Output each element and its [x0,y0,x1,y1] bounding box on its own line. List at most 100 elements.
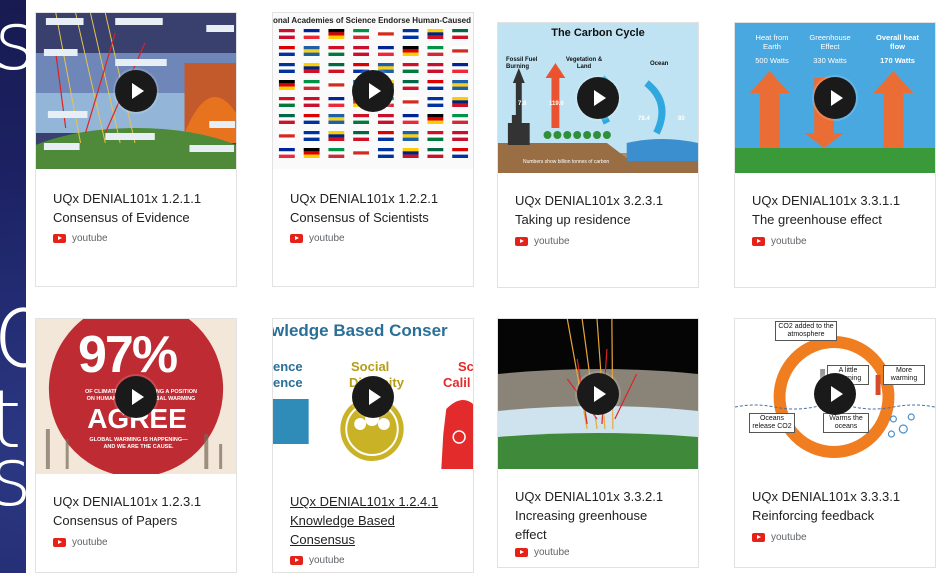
video-thumbnail[interactable]: onal Academies of Science Endorse Human-… [273,13,473,169]
youtube-icon [290,556,303,565]
thumbnail-note: Numbers show billion tonnes of carbon [523,159,610,165]
thumbnail-label: Vegetation & Land [565,57,603,70]
thumbnail-value: 119.6 [549,101,564,107]
video-thumbnail[interactable]: Heat from Earth 500 Watts Greenhouse Eff… [735,23,935,173]
thumbnail-value: 7.8 [518,101,527,107]
thumbnail-label: ence [273,375,303,390]
thumbnail-value: 500 Watts [755,56,789,65]
video-thumbnail[interactable]: wledge Based Conser ence ence Social Div… [273,319,473,474]
video-code[interactable]: UQx DENIAL101x 1.2.4.1 [290,494,438,509]
video-source: youtube [290,233,345,244]
thumbnail-label: Greenhouse Effect [809,33,851,51]
source-label: youtube [72,537,108,548]
thumbnail-big-number: 97% [78,326,178,384]
video-name[interactable]: Knowledge Based Consensus [290,511,410,549]
play-icon[interactable] [814,373,856,415]
video-name[interactable]: Increasing greenhouse effect [515,506,675,544]
youtube-icon [290,234,303,243]
video-title[interactable]: UQx DENIAL101x 3.2.3.1 Taking up residen… [515,191,686,229]
video-code[interactable]: UQx DENIAL101x 3.3.2.1 [515,489,663,504]
video-thumbnail[interactable]: CO2 added to the atmosphere A little war… [735,319,935,469]
youtube-icon [752,237,765,246]
video-source: youtube [53,537,108,548]
thumbnail-label: Ocean [650,61,669,67]
video-code[interactable]: UQx DENIAL101x 3.3.3.1 [752,489,900,504]
play-icon[interactable] [115,375,157,418]
source-label: youtube [309,233,345,244]
play-icon[interactable] [577,373,619,415]
video-title[interactable]: UQx DENIAL101x 1.2.1.1 Consensus of Evid… [53,189,224,227]
thumbnail-label: ence [273,359,303,374]
thumbnail-label: Social [351,359,390,374]
video-card[interactable]: 97% OF CLIMATE PAPERS TAKING A POSITION … [35,318,237,573]
video-code[interactable]: UQx DENIAL101x 1.2.3.1 [53,494,201,509]
video-grid-panel: UQx DENIAL101x 1.2.1.1 Consensus of Evid… [26,0,939,573]
video-code[interactable]: UQx DENIAL101x 3.2.3.1 [515,193,663,208]
play-icon[interactable] [352,70,394,112]
video-title[interactable]: UQx DENIAL101x 3.3.1.1 The greenhouse ef… [752,191,923,229]
video-source: youtube [752,532,807,543]
thumbnail-line: GLOBAL WARMING IS HAPPENING— [89,437,188,443]
source-label: youtube [534,547,570,558]
video-title[interactable]: UQx DENIAL101x 3.3.3.1 Reinforcing feedb… [752,487,923,525]
source-label: youtube [72,233,108,244]
video-card[interactable]: CO2 added to the atmosphere A little war… [734,318,936,568]
video-source: youtube [515,236,570,247]
video-code[interactable]: UQx DENIAL101x 3.3.1.1 [752,193,900,208]
thumbnail-box: Warms the oceans [823,413,869,433]
video-thumbnail[interactable]: The Carbon Cycle Fossil Fuel Burning Veg… [498,23,698,173]
youtube-icon [515,548,528,557]
source-label: youtube [309,555,345,566]
video-title[interactable]: UQx DENIAL101x 3.3.2.1 Increasing greenh… [515,487,686,544]
thumbnail-box: More warming [883,365,925,385]
thumbnail-value: 80 [678,116,685,122]
thumbnail-label: Fossil Fuel Burning [506,57,538,70]
thumbnail-title: The Carbon Cycle [551,27,645,39]
youtube-icon [515,237,528,246]
video-code[interactable]: UQx DENIAL101x 1.2.1.1 [53,191,201,206]
source-label: youtube [771,236,807,247]
video-title[interactable]: UQx DENIAL101x 1.2.3.1 Consensus of Pape… [53,492,224,530]
video-source: youtube [53,233,108,244]
video-title[interactable]: UQx DENIAL101x 1.2.2.1 Consensus of Scie… [290,189,461,227]
youtube-icon [53,234,66,243]
thumbnail-line: AND WE ARE THE CAUSE. [103,444,174,450]
video-card[interactable]: Heat from Earth 500 Watts Greenhouse Eff… [734,22,936,288]
video-title[interactable]: UQx DENIAL101x 1.2.4.1 Knowledge Based C… [290,492,461,549]
video-code[interactable]: UQx DENIAL101x 1.2.2.1 [290,191,438,206]
video-thumbnail[interactable] [498,319,698,469]
video-card[interactable]: UQx DENIAL101x 3.3.2.1 Increasing greenh… [497,318,699,568]
play-icon[interactable] [577,77,619,119]
thumbnail-heading: wledge Based Conser [273,321,448,340]
video-source: youtube [752,236,807,247]
youtube-icon [53,538,66,547]
video-card[interactable]: UQx DENIAL101x 1.2.1.1 Consensus of Evid… [35,12,237,287]
source-label: youtube [534,236,570,247]
video-name[interactable]: Consensus of Scientists [290,210,429,225]
video-thumbnail[interactable]: 97% OF CLIMATE PAPERS TAKING A POSITION … [36,319,236,474]
play-icon[interactable] [115,70,157,112]
video-name[interactable]: Consensus of Evidence [53,210,190,225]
video-card[interactable]: onal Academies of Science Endorse Human-… [272,12,474,287]
video-name[interactable]: Reinforcing feedback [752,508,874,523]
video-thumbnail[interactable] [36,13,236,169]
video-card[interactable]: wledge Based Conser ence ence Social Div… [272,318,474,573]
thumbnail-label: Calil [443,375,471,390]
thumbnail-label: Heat from Earth [755,33,789,51]
play-icon[interactable] [352,375,394,418]
thumbnail-value: 78.4 [638,116,650,122]
thumbnail-label: Overall heat flow [876,33,919,51]
play-icon[interactable] [814,77,856,119]
video-name[interactable]: Taking up residence [515,212,631,227]
video-card[interactable]: The Carbon Cycle Fossil Fuel Burning Veg… [497,22,699,288]
source-label: youtube [771,532,807,543]
thumbnail-value: 170 Watts [880,56,915,65]
thumbnail-label: Sc [458,359,473,374]
video-source: youtube [290,555,345,566]
video-name[interactable]: Consensus of Papers [53,513,177,528]
video-name[interactable]: The greenhouse effect [752,212,882,227]
thumbnail-box: Oceans release CO2 [749,413,795,433]
thumbnail-box: CO2 added to the atmosphere [775,321,837,341]
youtube-icon [752,533,765,542]
thumbnail-value: 330 Watts [813,56,847,65]
